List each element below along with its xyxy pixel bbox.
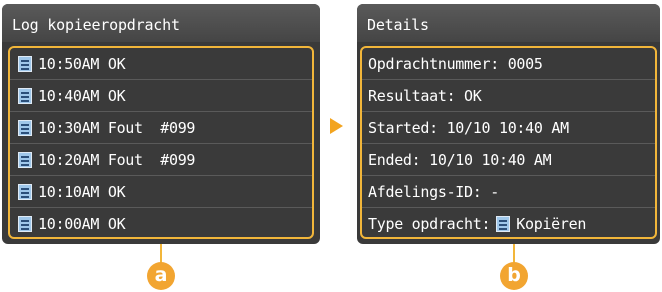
log-item-label: 10:00AM OK [38, 215, 126, 233]
copy-job-icon [496, 216, 511, 232]
copy-job-icon [18, 87, 32, 104]
log-item-label: 10:10AM OK [38, 182, 126, 201]
detail-department-id: Afdelings-ID: - [368, 182, 499, 201]
copy-job-icon [18, 55, 32, 72]
log-item[interactable]: 10:00AM OK [10, 208, 312, 240]
arrow-right-icon [330, 118, 343, 134]
detail-row: Opdrachtnummer: 0005 [362, 48, 655, 80]
detail-job-type-label: Type opdracht: [368, 215, 491, 233]
job-details-screen: Details Opdrachtnummer: 0005 Resultaat: … [357, 4, 660, 244]
callout-a: a [147, 262, 175, 290]
detail-job-type-value: Kopiëren [516, 215, 587, 233]
log-item-label: 10:50AM OK [38, 54, 126, 73]
detail-ended: Ended: 10/10 10:40 AM [368, 150, 552, 169]
copy-job-icon [18, 183, 32, 200]
log-item[interactable]: 10:30AM Fout #099 [10, 112, 312, 144]
log-item-label: 10:30AM Fout #099 [38, 118, 196, 137]
copy-job-icon [18, 119, 32, 136]
log-item-label: 10:40AM OK [38, 86, 126, 105]
detail-started: Started: 10/10 10:40 AM [368, 118, 569, 137]
detail-row: Type opdracht: Kopiëren [362, 208, 655, 240]
detail-job-number: Opdrachtnummer: 0005 [368, 54, 543, 73]
copy-job-log-screen: Log kopieeropdracht 10:50AM OK 10:40AM O… [2, 4, 320, 244]
log-item[interactable]: 10:50AM OK [10, 48, 312, 80]
log-item[interactable]: 10:20AM Fout #099 [10, 144, 312, 176]
callout-b: b [500, 262, 528, 290]
log-list: 10:50AM OK 10:40AM OK 10:30AM Fout #099 … [8, 46, 314, 239]
detail-row: Ended: 10/10 10:40 AM [362, 144, 655, 176]
details-list: Opdrachtnummer: 0005 Resultaat: OK Start… [360, 46, 657, 239]
detail-row: Resultaat: OK [362, 80, 655, 112]
log-item-label: 10:20AM Fout #099 [38, 150, 196, 169]
log-item[interactable]: 10:40AM OK [10, 80, 312, 112]
copy-job-icon [18, 216, 32, 232]
detail-result: Resultaat: OK [368, 86, 482, 105]
log-item[interactable]: 10:10AM OK [10, 176, 312, 208]
detail-row: Started: 10/10 10:40 AM [362, 112, 655, 144]
details-title: Details [357, 4, 660, 42]
log-title: Log kopieeropdracht [2, 4, 320, 42]
detail-row: Afdelings-ID: - [362, 176, 655, 208]
copy-job-icon [18, 151, 32, 168]
